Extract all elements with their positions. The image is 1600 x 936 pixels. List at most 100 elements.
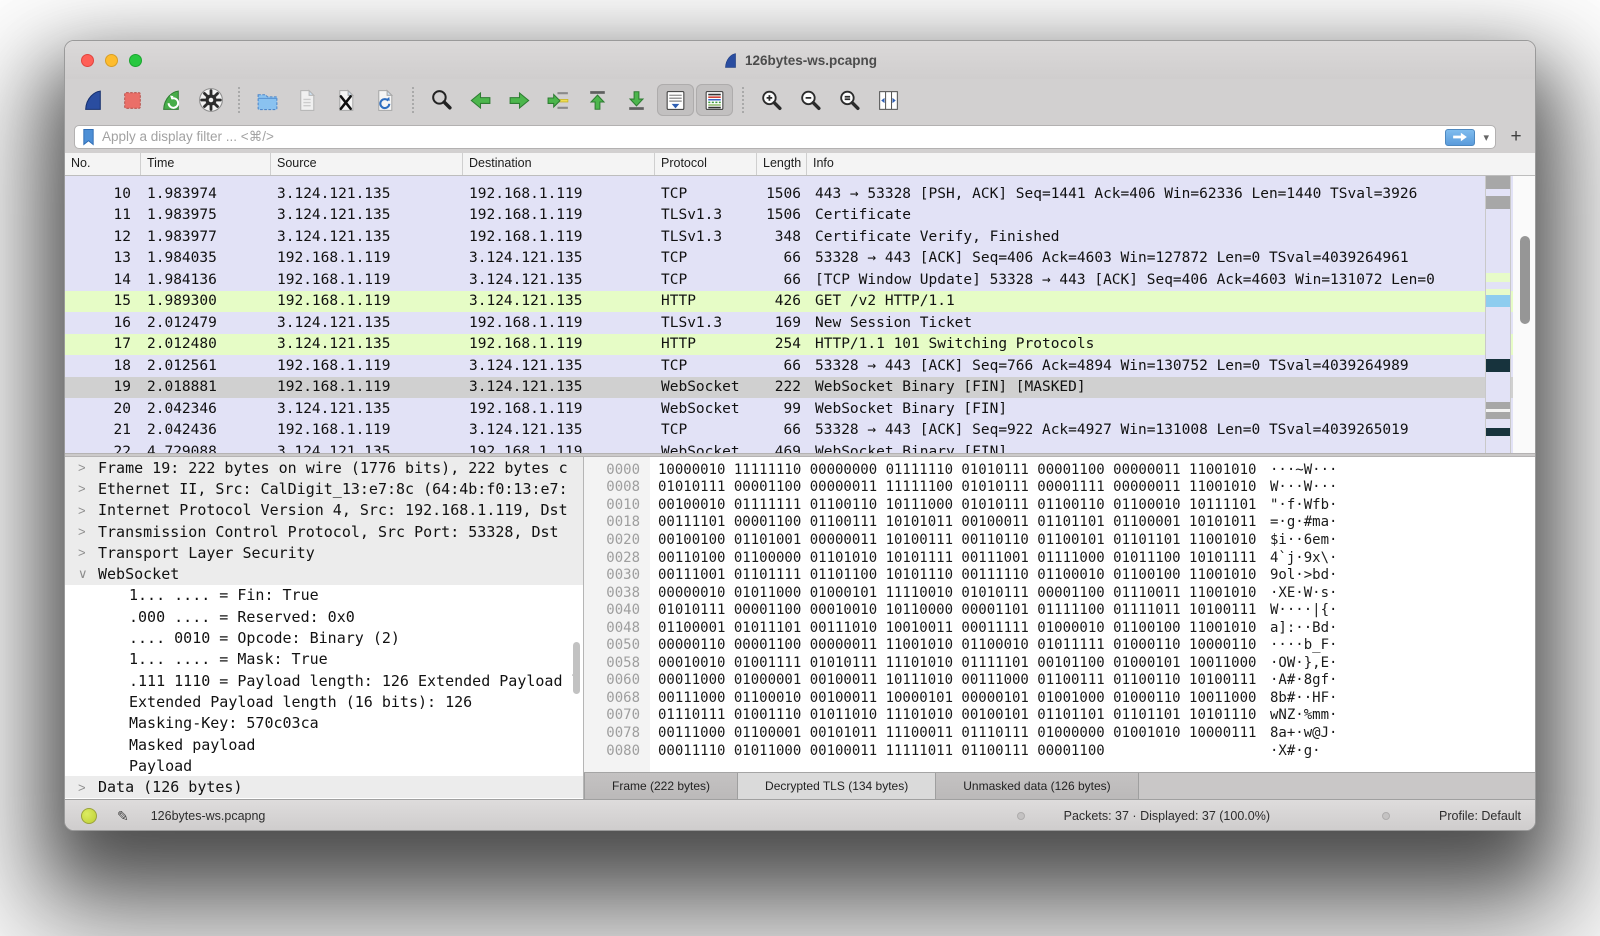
detail-row[interactable]: .111 1110 = Payload length: 126 Extended…: [65, 670, 583, 691]
tree-chevron-icon[interactable]: >: [78, 481, 92, 496]
bytes-row[interactable]: 0028 00110100 01100000 01101010 10101111…: [584, 549, 1535, 567]
zoom-window-button[interactable]: [129, 54, 142, 67]
packet-source: 192.168.1.119: [271, 272, 463, 288]
detail-row[interactable]: .... 0010 = Opcode: Binary (2): [65, 627, 583, 648]
detail-row[interactable]: > Transmission Control Protocol, Src Por…: [65, 521, 583, 542]
packet-row[interactable]: 10 1.983974 3.124.121.135 192.168.1.119 …: [65, 183, 1535, 205]
packet-row[interactable]: 15 1.989300 192.168.1.119 3.124.121.135 …: [65, 291, 1535, 313]
packet-row[interactable]: 19 2.018881 192.168.1.119 3.124.121.135 …: [65, 377, 1535, 399]
packet-row[interactable]: 12 1.983977 3.124.121.135 192.168.1.119 …: [65, 226, 1535, 248]
bytes-row[interactable]: 0078 00111000 01100001 00101011 11100011…: [584, 724, 1535, 742]
stop-capture-button[interactable]: [114, 84, 151, 116]
bytes-tab[interactable]: Frame (222 bytes): [584, 773, 738, 799]
packet-row[interactable]: 20 2.042346 3.124.121.135 192.168.1.119 …: [65, 398, 1535, 420]
bytes-row[interactable]: 0068 00111000 01100010 00100011 10000101…: [584, 689, 1535, 707]
go-last-packet-button[interactable]: [618, 84, 655, 116]
packet-row[interactable]: 11 1.983975 3.124.121.135 192.168.1.119 …: [65, 205, 1535, 227]
detail-row[interactable]: 1... .... = Mask: True: [65, 649, 583, 670]
resize-columns-button[interactable]: [870, 84, 907, 116]
detail-row[interactable]: > Data (126 bytes): [65, 776, 583, 797]
tree-chevron-icon[interactable]: >: [78, 524, 92, 539]
packet-row[interactable]: 14 1.984136 192.168.1.119 3.124.121.135 …: [65, 269, 1535, 291]
bytes-row[interactable]: 0008 01010111 00001100 00000011 11111100…: [584, 479, 1535, 497]
tree-chevron-icon[interactable]: >: [78, 780, 92, 795]
bytes-row[interactable]: 0070 01110111 01001110 01011010 11101010…: [584, 707, 1535, 725]
start-capture-button[interactable]: [75, 84, 112, 116]
restart-capture-button[interactable]: [153, 84, 190, 116]
bookmark-icon[interactable]: [81, 128, 96, 146]
detail-row[interactable]: Extended Payload length (16 bits): 126: [65, 691, 583, 712]
add-filter-button[interactable]: +: [1506, 126, 1526, 148]
bytes-tab[interactable]: Decrypted TLS (134 bytes): [738, 773, 936, 799]
go-forward-button[interactable]: [501, 84, 538, 116]
bytes-row[interactable]: 0010 00100010 01111111 01100110 10111000…: [584, 496, 1535, 514]
tree-chevron-icon[interactable]: ∨: [78, 566, 92, 582]
close-file-button[interactable]: [327, 84, 364, 116]
bytes-row[interactable]: 0050 00000110 00001100 00000011 11001010…: [584, 636, 1535, 654]
expert-info-icon[interactable]: [81, 808, 97, 824]
column-header-time[interactable]: Time: [141, 153, 271, 175]
apply-filter-button[interactable]: [1445, 129, 1475, 146]
open-file-button[interactable]: [249, 84, 286, 116]
detail-row[interactable]: > Internet Protocol Version 4, Src: 192.…: [65, 500, 583, 521]
go-to-packet-button[interactable]: [540, 84, 577, 116]
detail-row[interactable]: > Transport Layer Security: [65, 542, 583, 563]
packet-list-scrollbar[interactable]: [1513, 176, 1535, 453]
column-header-protocol[interactable]: Protocol: [655, 153, 757, 175]
detail-row[interactable]: Payload: [65, 755, 583, 776]
packet-row[interactable]: 18 2.012561 192.168.1.119 3.124.121.135 …: [65, 355, 1535, 377]
details-scrollbar-thumb[interactable]: [573, 642, 580, 694]
status-profile[interactable]: Profile: Default: [1439, 809, 1521, 823]
auto-scroll-button[interactable]: [657, 84, 694, 116]
tree-chevron-icon[interactable]: >: [78, 460, 92, 475]
bytes-row[interactable]: 0000 10000010 11111110 00000000 01111110…: [584, 461, 1535, 479]
tree-chevron-icon[interactable]: >: [78, 545, 92, 560]
column-header-no[interactable]: No.: [65, 153, 141, 175]
save-file-button[interactable]: [288, 84, 325, 116]
filter-dropdown-caret[interactable]: ▾: [1483, 131, 1489, 144]
packet-row[interactable]: 22 4.729088 3.124.121.135 192.168.1.119 …: [65, 441, 1535, 453]
reload-file-button[interactable]: [366, 84, 403, 116]
column-header-destination[interactable]: Destination: [463, 153, 655, 175]
packet-row[interactable]: 21 2.042436 192.168.1.119 3.124.121.135 …: [65, 420, 1535, 442]
capture-options-button[interactable]: [192, 84, 229, 116]
zoom-reset-button[interactable]: [831, 84, 868, 116]
tree-chevron-icon[interactable]: >: [78, 503, 92, 518]
packet-row[interactable]: 17 2.012480 3.124.121.135 192.168.1.119 …: [65, 334, 1535, 356]
find-packet-button[interactable]: [423, 84, 460, 116]
scrollbar-thumb[interactable]: [1520, 236, 1530, 324]
packet-minimap[interactable]: [1485, 176, 1511, 453]
detail-row[interactable]: .000 .... = Reserved: 0x0: [65, 606, 583, 627]
go-first-packet-button[interactable]: [579, 84, 616, 116]
bytes-row[interactable]: 0040 01010111 00001100 00010010 10110000…: [584, 601, 1535, 619]
column-header-length[interactable]: Length: [757, 153, 807, 175]
bytes-row[interactable]: 0020 00100100 01101001 00000011 10100111…: [584, 531, 1535, 549]
packet-row[interactable]: 13 1.984035 192.168.1.119 3.124.121.135 …: [65, 248, 1535, 270]
bytes-tab[interactable]: Unmasked data (126 bytes): [936, 773, 1138, 799]
bytes-row[interactable]: 0018 00111101 00001100 01100111 10101011…: [584, 514, 1535, 532]
capture-comment-icon[interactable]: ✎: [117, 808, 129, 825]
zoom-in-button[interactable]: [753, 84, 790, 116]
go-back-button[interactable]: [462, 84, 499, 116]
packet-row[interactable]: 16 2.012479 3.124.121.135 192.168.1.119 …: [65, 312, 1535, 334]
bytes-row[interactable]: 0058 00010010 01001111 01010111 11101010…: [584, 654, 1535, 672]
minimize-window-button[interactable]: [105, 54, 118, 67]
column-header-info[interactable]: Info: [807, 153, 1535, 175]
detail-row[interactable]: Masked payload: [65, 734, 583, 755]
detail-row[interactable]: > Frame 19: 222 bytes on wire (1776 bits…: [65, 457, 583, 478]
colorize-button[interactable]: [696, 84, 733, 116]
partial-packet-row[interactable]: [65, 176, 1535, 183]
bytes-row[interactable]: 0048 01100001 01011101 00111010 10010011…: [584, 619, 1535, 637]
detail-row[interactable]: 1... .... = Fin: True: [65, 585, 583, 606]
close-window-button[interactable]: [81, 54, 94, 67]
bytes-row[interactable]: 0060 00011000 01000001 00100011 10111010…: [584, 672, 1535, 690]
detail-row[interactable]: Masking-Key: 570c03ca: [65, 713, 583, 734]
bytes-row[interactable]: 0038 00000010 01011000 01000101 11110010…: [584, 584, 1535, 602]
display-filter-input[interactable]: Apply a display filter ... <⌘/> ▾: [74, 125, 1496, 149]
column-header-source[interactable]: Source: [271, 153, 463, 175]
detail-row[interactable]: > Ethernet II, Src: CalDigit_13:e7:8c (6…: [65, 478, 583, 499]
bytes-row[interactable]: 0030 00111001 01101111 01101100 10101110…: [584, 566, 1535, 584]
detail-row[interactable]: ∨ WebSocket: [65, 563, 583, 584]
bytes-row[interactable]: 0080 00011110 01011000 00100011 11111011…: [584, 742, 1535, 760]
zoom-out-button[interactable]: [792, 84, 829, 116]
